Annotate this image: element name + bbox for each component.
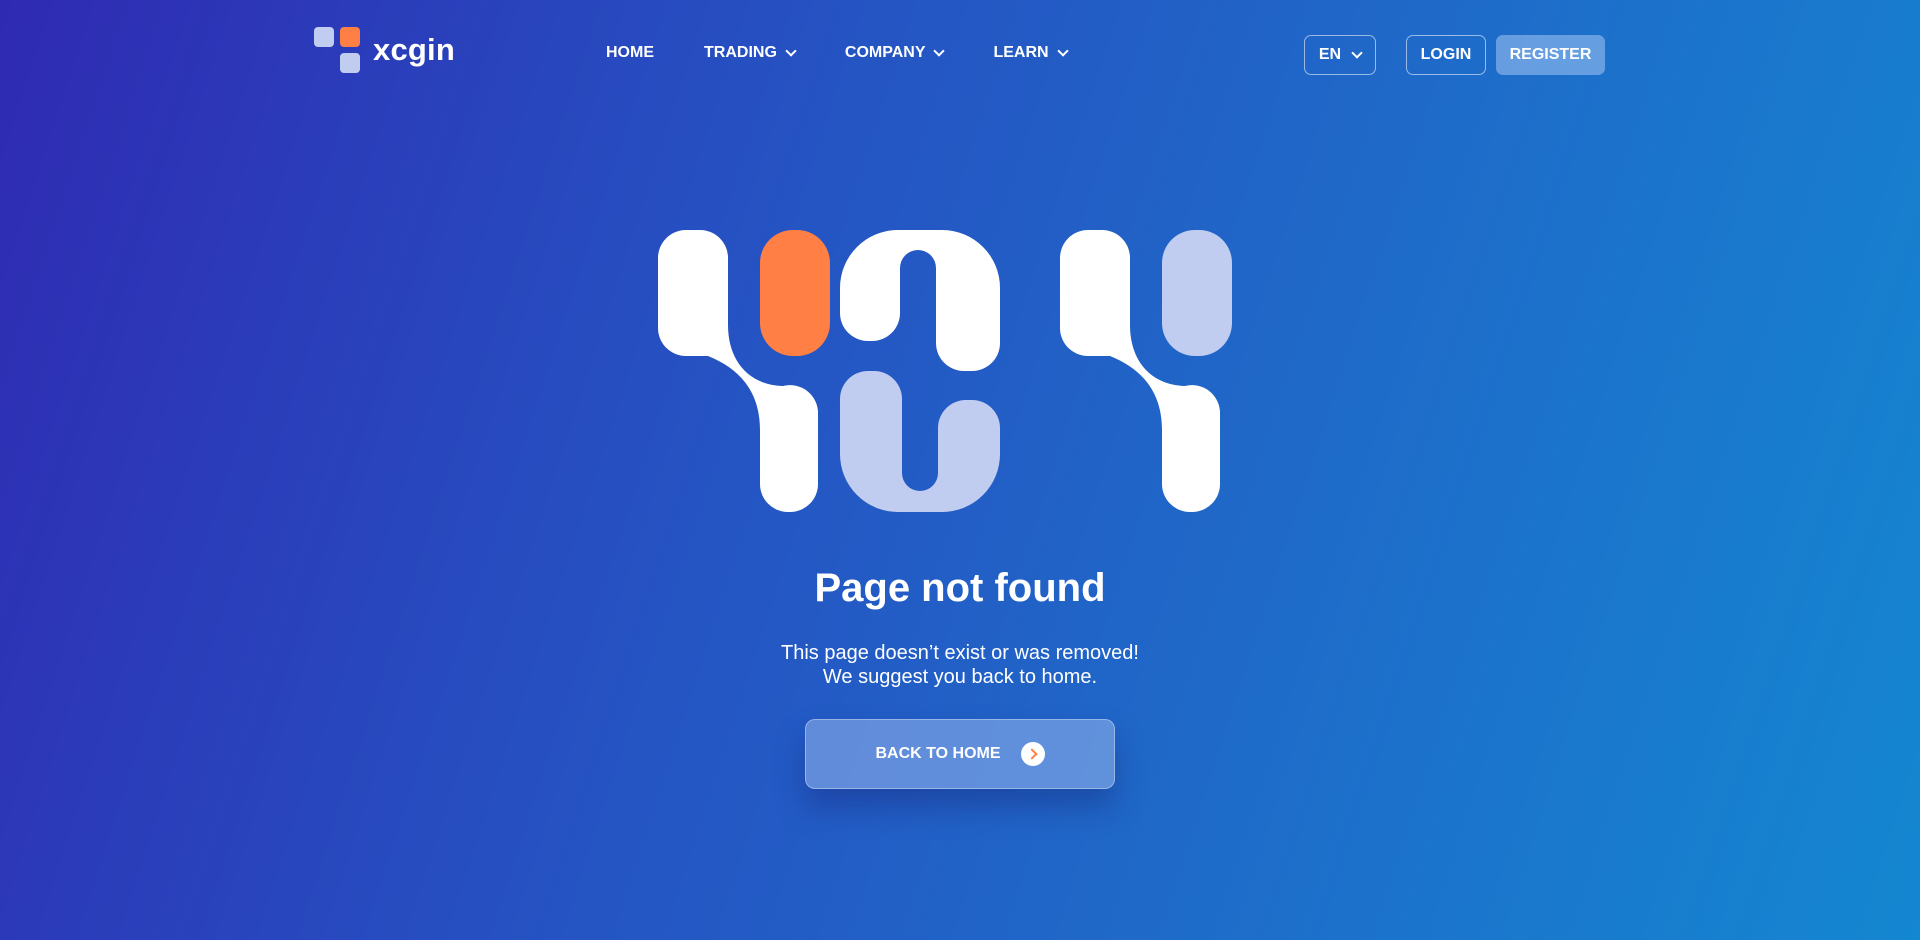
chevron-down-icon <box>933 44 946 57</box>
back-to-home-label: BACK TO HOME <box>875 745 1001 762</box>
language-selector[interactable]: EN <box>1304 35 1376 75</box>
logo-icon <box>314 27 361 73</box>
nav-item-trading[interactable]: TRADING <box>704 44 797 62</box>
description-line-2: We suggest you back to home. <box>822 666 1098 688</box>
four-right-accent <box>1162 230 1232 356</box>
error-description: This page doesn’t exist or was removed! … <box>0 641 1920 689</box>
zero-bottom-shape <box>840 371 1000 512</box>
chevron-down-icon <box>1056 44 1069 57</box>
nav-item-company[interactable]: COMPANY <box>844 44 946 62</box>
description-line-1: This page doesn’t exist or was removed! <box>781 642 1139 664</box>
nav-item-label: LEARN <box>993 44 1049 61</box>
zero-top-shape <box>840 230 1000 371</box>
site-header: xcgin HOME TRADING COMPANY LEARN EN LOGI… <box>0 0 1920 110</box>
login-button[interactable]: LOGIN <box>1406 35 1486 75</box>
arrow-right-icon <box>1020 742 1045 766</box>
brand-logo[interactable]: xcgin <box>314 27 455 73</box>
chevron-down-icon <box>1351 46 1363 59</box>
register-button[interactable]: REGISTER <box>1496 35 1605 75</box>
error-404-illustration <box>658 230 1232 512</box>
four-left-accent <box>760 230 830 356</box>
brand-name: xcgin <box>373 32 455 67</box>
main-nav: HOME TRADING COMPANY LEARN <box>606 44 1069 62</box>
back-to-home-button[interactable]: BACK TO HOME <box>805 719 1115 789</box>
nav-item-learn[interactable]: LEARN <box>993 44 1069 62</box>
nav-item-label: HOME <box>606 44 654 61</box>
nav-item-home[interactable]: HOME <box>606 44 654 62</box>
language-label: EN <box>1318 46 1342 63</box>
page-title: Page not found <box>814 566 1106 610</box>
chevron-down-icon <box>785 44 797 57</box>
nav-item-label: TRADING <box>704 44 777 61</box>
nav-item-label: COMPANY <box>844 44 926 61</box>
